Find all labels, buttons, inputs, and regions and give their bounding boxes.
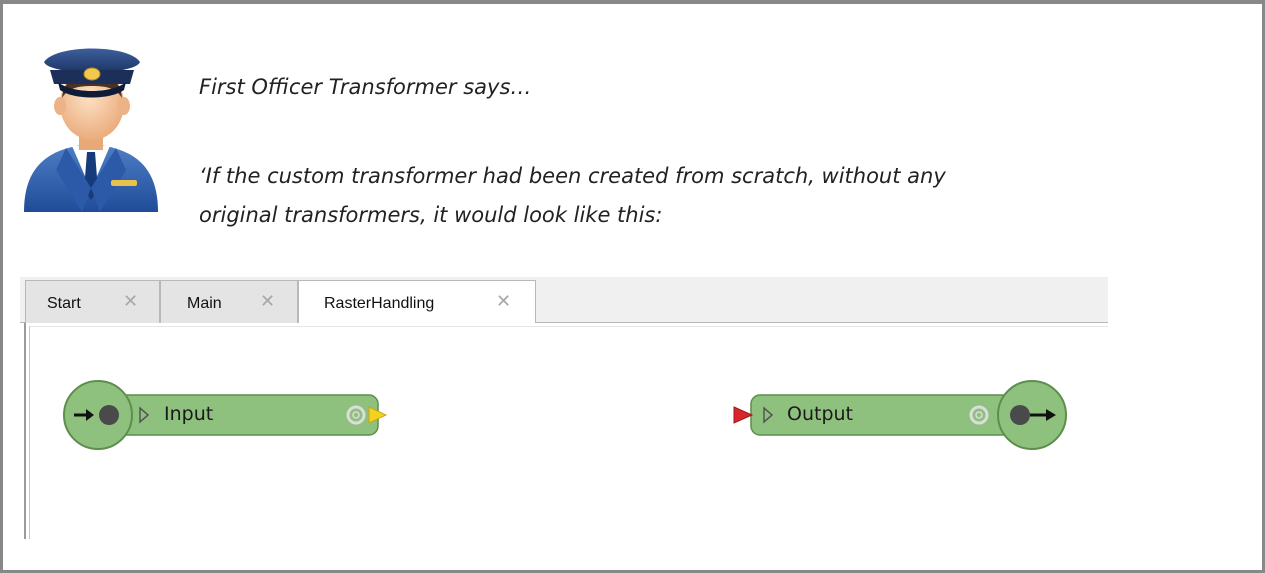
tab-rasterhandling-label: RasterHandling xyxy=(324,295,435,312)
tab-start[interactable]: Start ✕ xyxy=(25,280,160,323)
input-port-icon xyxy=(733,406,754,424)
input-node-label: Input xyxy=(164,403,214,425)
quote-line-2: original transformers, it would look lik… xyxy=(199,203,663,227)
speaker-line: First Officer Transformer says… xyxy=(199,75,532,99)
close-icon[interactable]: ✕ xyxy=(496,291,511,312)
input-node[interactable] xyxy=(63,380,388,450)
tab-rasterhandling[interactable]: RasterHandling ✕ xyxy=(298,280,536,324)
tab-main[interactable]: Main ✕ xyxy=(160,280,298,323)
close-icon[interactable]: ✕ xyxy=(123,291,138,312)
output-node[interactable] xyxy=(733,380,1067,450)
quote-line-1: ‘If the custom transformer had been crea… xyxy=(199,164,946,188)
canvas-nodes xyxy=(63,380,1067,450)
output-node-label: Output xyxy=(787,403,853,425)
officer-avatar-icon xyxy=(24,48,158,212)
workspace-screenshot: Start ✕ Main ✕ RasterHandling ✕ Input Ou… xyxy=(20,277,1108,539)
tab-main-label: Main xyxy=(187,295,222,312)
tab-start-label: Start xyxy=(47,295,81,312)
tab-bar: Start ✕ Main ✕ RasterHandling ✕ xyxy=(20,277,1108,324)
close-icon[interactable]: ✕ xyxy=(260,291,275,312)
workspace-canvas[interactable]: Input Output xyxy=(24,323,1108,539)
